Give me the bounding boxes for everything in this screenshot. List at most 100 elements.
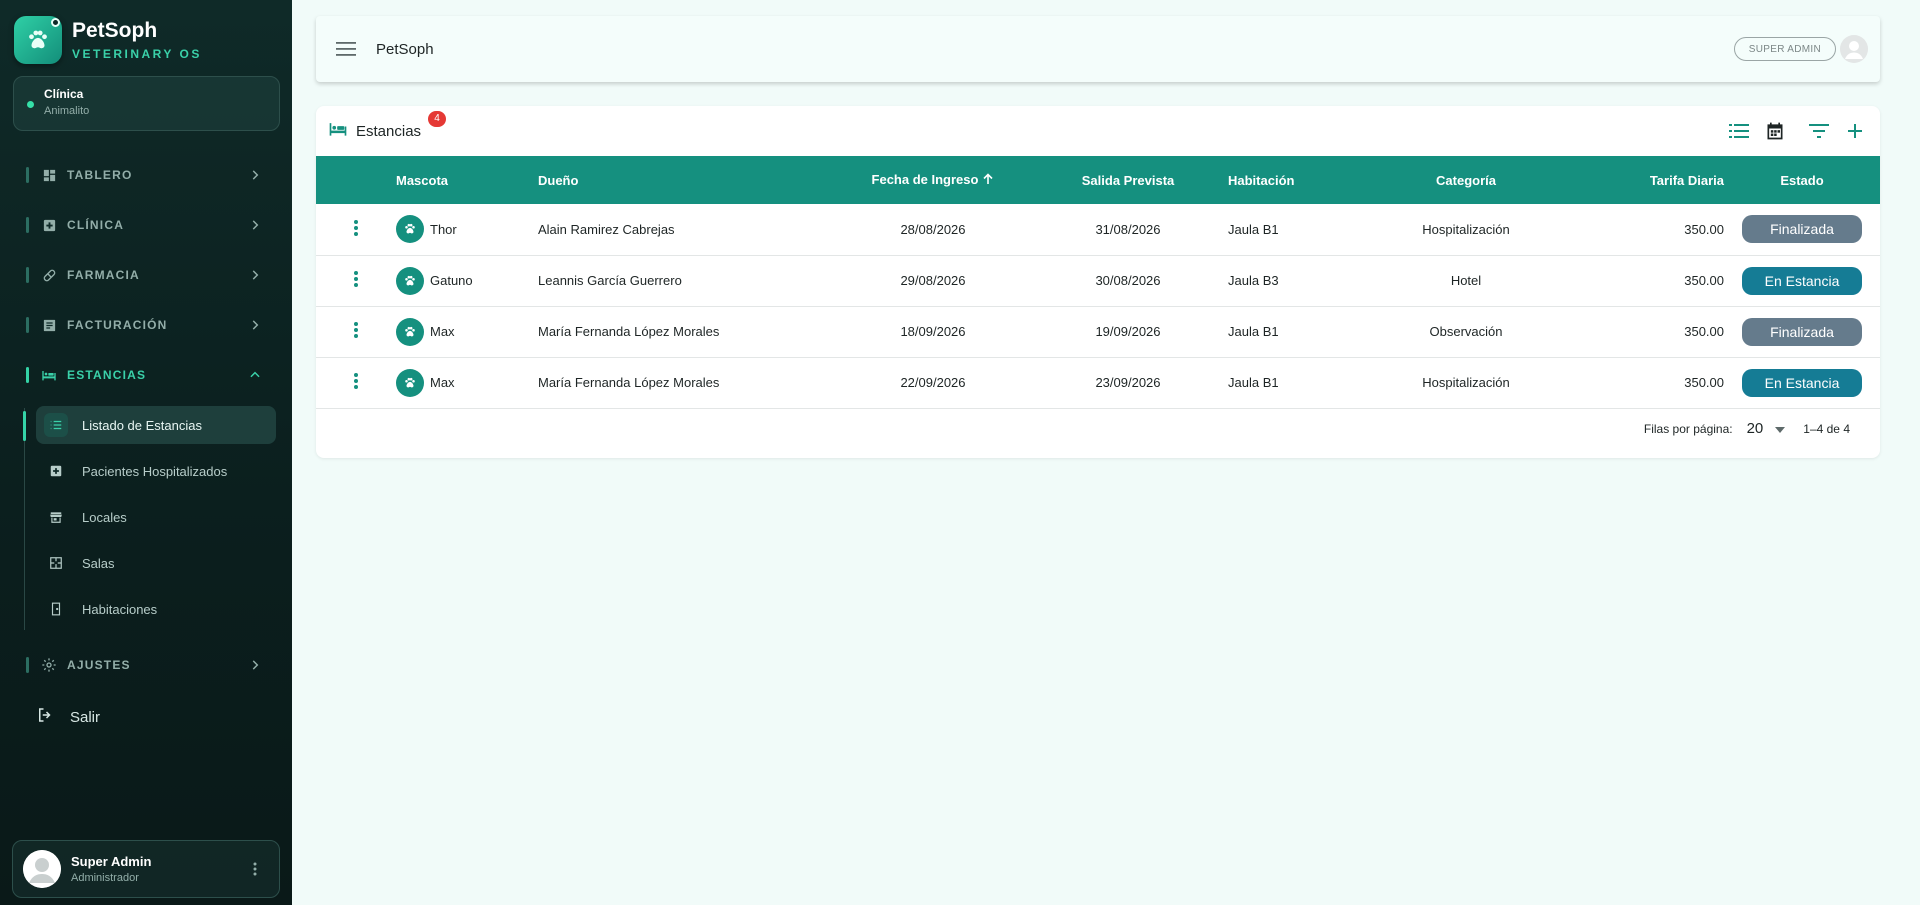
row-menu-icon[interactable] <box>354 219 358 239</box>
pill-icon <box>41 267 57 283</box>
paw-logo-icon <box>14 16 62 64</box>
submenu-rail <box>24 408 25 630</box>
header-status[interactable]: Estado <box>1724 156 1880 204</box>
header-pet[interactable]: Mascota <box>396 156 538 204</box>
table-row[interactable]: Gatuno Leannis García Guerrero 29/08/202… <box>316 255 1880 306</box>
owner-name: Alain Ramirez Cabrejas <box>538 221 675 237</box>
page-range: 1–4 de 4 <box>1803 421 1850 436</box>
list-view-button[interactable] <box>1724 116 1754 146</box>
floor-plan-icon <box>44 551 68 575</box>
brand[interactable]: PetSoph VETERINARY OS <box>14 16 202 64</box>
room: Jaula B1 <box>1228 324 1279 339</box>
sidebar-item-label: Pacientes Hospitalizados <box>82 463 228 479</box>
nav-item-estancias[interactable]: ESTANCIAS <box>26 363 262 387</box>
table-row[interactable]: Max María Fernanda López Morales 22/09/2… <box>316 357 1880 408</box>
check-out-date: 23/09/2026 <box>1095 375 1161 390</box>
logout-label: Salir <box>70 709 101 726</box>
sidebar-item-listado-estancias[interactable]: Listado de Estancias <box>36 406 276 444</box>
logout-button[interactable]: Salir <box>36 706 100 729</box>
daily-rate: 350.00 <box>1684 221 1724 237</box>
header-rate[interactable]: Tarifa Diaria <box>1552 156 1724 204</box>
owner-name: María Fernanda López Morales <box>538 375 720 390</box>
nav-label: CLÍNICA <box>67 218 125 232</box>
daily-rate: 350.00 <box>1684 375 1724 390</box>
clinic-label: Clínica <box>44 87 84 101</box>
header-category[interactable]: Categoría <box>1380 156 1552 204</box>
user-role: Administrador <box>71 872 139 884</box>
check-in-date: 22/09/2026 <box>900 375 966 390</box>
card-title: Estancias <box>356 122 422 140</box>
filter-button[interactable] <box>1804 116 1834 146</box>
rows-per-page-select[interactable]: 20 <box>1747 420 1764 437</box>
role-chip[interactable]: SUPER ADMIN <box>1733 37 1836 61</box>
medical-plus-icon <box>41 217 57 233</box>
plus-icon <box>1848 124 1862 138</box>
row-menu-icon[interactable] <box>354 322 358 341</box>
category: Hospitalización <box>1422 221 1510 237</box>
nav-item-tablero[interactable]: TABLERO <box>26 163 262 187</box>
user-card[interactable]: Super Admin Administrador <box>12 840 280 898</box>
paw-icon <box>396 368 424 397</box>
table-row[interactable]: Thor Alain Ramirez Cabrejas 28/08/2026 3… <box>316 204 1880 255</box>
pagination: Filas por página: 20 1–4 de 4 <box>1644 420 1850 437</box>
nav-item-ajustes[interactable]: AJUSTES <box>26 653 262 677</box>
row-menu-icon[interactable] <box>354 271 358 290</box>
count-badge: 4 <box>428 110 446 127</box>
sidebar-item-label: Listado de Estancias <box>82 417 202 433</box>
pet-name: Max <box>430 375 455 390</box>
table-header-row: Mascota Dueño Fecha de Ingreso Salida Pr… <box>316 156 1880 204</box>
chevron-right-icon <box>248 218 262 232</box>
gear-icon <box>41 657 57 673</box>
sort-ascending-icon <box>982 173 994 188</box>
room: Jaula B1 <box>1228 375 1279 390</box>
stays-table: Mascota Dueño Fecha de Ingreso Salida Pr… <box>316 156 1880 409</box>
sidebar-item-label: Habitaciones <box>82 601 158 617</box>
nav-item-farmacia[interactable]: FARMACIA <box>26 263 262 287</box>
more-vertical-icon[interactable] <box>243 857 267 881</box>
brand-name: PetSoph <box>72 19 158 42</box>
clinic-value: Animalito <box>44 105 90 117</box>
category: Hotel <box>1450 273 1482 288</box>
logout-icon <box>36 706 54 729</box>
pet-name: Max <box>430 324 455 339</box>
dashboard-icon <box>41 167 57 183</box>
status-badge: Finalizada <box>1742 317 1862 346</box>
daily-rate: 350.00 <box>1684 324 1724 339</box>
sidebar-item-label: Locales <box>82 509 127 525</box>
list-icon <box>44 413 68 437</box>
user-avatar-icon[interactable] <box>1840 35 1868 63</box>
table-row[interactable]: Max María Fernanda López Morales 18/09/2… <box>316 306 1880 357</box>
owner-name: María Fernanda López Morales <box>538 324 720 339</box>
stays-card: Estancias 4 Mascota Dueño Fecha de Ingre… <box>316 106 1880 458</box>
row-menu-icon[interactable] <box>354 373 358 392</box>
chevron-right-icon <box>248 658 262 672</box>
sidebar-item-pacientes-hospitalizados[interactable]: Pacientes Hospitalizados <box>36 452 276 490</box>
check-out-date: 30/08/2026 <box>1095 273 1161 288</box>
add-stay-button[interactable] <box>1840 116 1870 146</box>
header-owner[interactable]: Dueño <box>538 156 838 204</box>
header-room[interactable]: Habitación <box>1228 156 1380 204</box>
caret-down-icon[interactable] <box>1775 422 1786 436</box>
top-header: PetSoph SUPER ADMIN <box>316 16 1880 82</box>
calendar-view-button[interactable] <box>1760 116 1790 146</box>
status-badge: En Estancia <box>1742 266 1862 295</box>
header-check-out[interactable]: Salida Prevista <box>1028 156 1228 204</box>
sidebar-item-locales[interactable]: Locales <box>36 498 276 536</box>
submenu-active-indicator <box>23 411 26 441</box>
bed-icon <box>41 367 57 383</box>
hamburger-menu-icon[interactable] <box>334 37 358 61</box>
chevron-right-icon <box>248 168 262 182</box>
nav-item-clinica[interactable]: CLÍNICA <box>26 213 262 237</box>
room: Jaula B1 <box>1228 221 1279 237</box>
chevron-right-icon <box>248 318 262 332</box>
check-out-date: 19/09/2026 <box>1095 324 1161 339</box>
clinic-selector[interactable]: Clínica Animalito <box>13 76 280 131</box>
calendar-icon <box>1767 122 1783 140</box>
header-check-in[interactable]: Fecha de Ingreso <box>838 156 1028 204</box>
sidebar-item-habitaciones[interactable]: Habitaciones <box>36 590 276 628</box>
sidebar-item-salas[interactable]: Salas <box>36 544 276 582</box>
nav-item-facturacion[interactable]: FACTURACIÓN <box>26 313 262 337</box>
paw-icon <box>396 317 424 346</box>
status-dot-icon <box>27 101 34 108</box>
check-in-date: 29/08/2026 <box>900 273 966 288</box>
